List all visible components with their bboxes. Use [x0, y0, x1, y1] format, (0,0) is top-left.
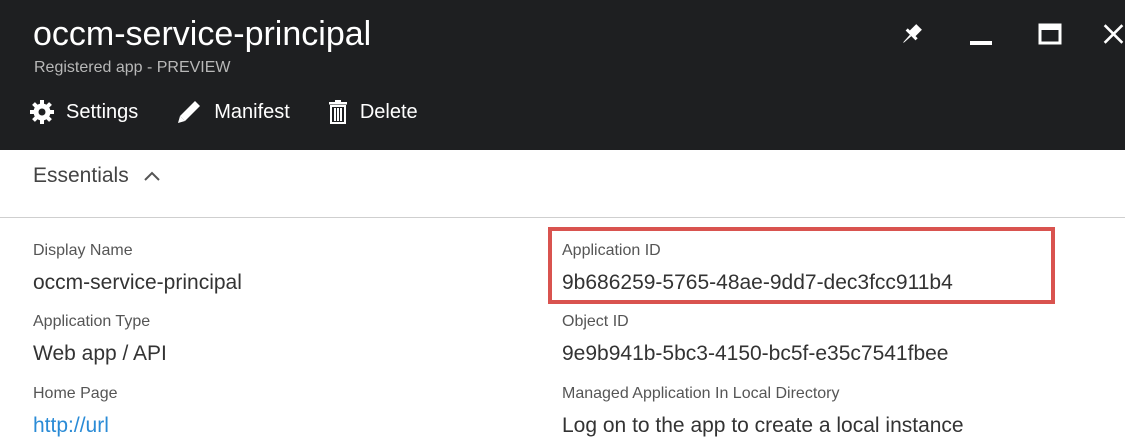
- essentials-toggle[interactable]: Essentials: [33, 164, 161, 188]
- managed-app-value: Log on to the app to create a local inst…: [562, 414, 964, 437]
- section-divider: [0, 217, 1125, 218]
- pencil-icon: [176, 99, 202, 125]
- delete-button[interactable]: Delete: [328, 94, 418, 130]
- delete-label: Delete: [359, 100, 418, 123]
- application-id-label: Application ID: [562, 242, 661, 259]
- object-id-value: 9e9b941b-5bc3-4150-bc5f-e35c7541fbee: [562, 342, 949, 365]
- application-id-value: 9b686259-5765-48ae-9dd7-dec3fcc911b4: [562, 271, 953, 294]
- command-bar: Settings Manifest Delete: [30, 94, 456, 130]
- manifest-button[interactable]: Manifest: [176, 94, 290, 130]
- pin-icon: [903, 24, 922, 43]
- display-name-value: occm-service-principal: [33, 271, 242, 294]
- object-id-label: Object ID: [562, 313, 629, 330]
- pin-button[interactable]: [895, 14, 929, 54]
- page-subtitle: Registered app - PREVIEW: [34, 59, 231, 76]
- chevron-up-icon: [143, 170, 161, 182]
- trash-icon: [328, 100, 348, 124]
- minimize-icon: [970, 41, 992, 45]
- home-page-link[interactable]: http://url: [33, 413, 109, 439]
- essentials-label: Essentials: [33, 164, 129, 187]
- application-type-value: Web app / API: [33, 342, 167, 365]
- close-icon: [1103, 24, 1124, 44]
- manifest-label: Manifest: [214, 100, 290, 123]
- settings-button[interactable]: Settings: [30, 94, 138, 130]
- maximize-icon: [1038, 23, 1062, 45]
- close-button[interactable]: [1100, 14, 1125, 54]
- application-type-label: Application Type: [33, 313, 151, 330]
- home-page-label: Home Page: [33, 385, 118, 402]
- settings-label: Settings: [66, 100, 139, 123]
- blade-header: occm-service-principal Registered app - …: [0, 0, 1125, 150]
- maximize-button[interactable]: [1033, 14, 1067, 54]
- gear-icon: [30, 100, 54, 124]
- minimize-button[interactable]: [964, 14, 998, 54]
- managed-app-label: Managed Application In Local Directory: [562, 385, 840, 402]
- page-title: occm-service-principal: [33, 15, 372, 53]
- display-name-label: Display Name: [33, 242, 133, 259]
